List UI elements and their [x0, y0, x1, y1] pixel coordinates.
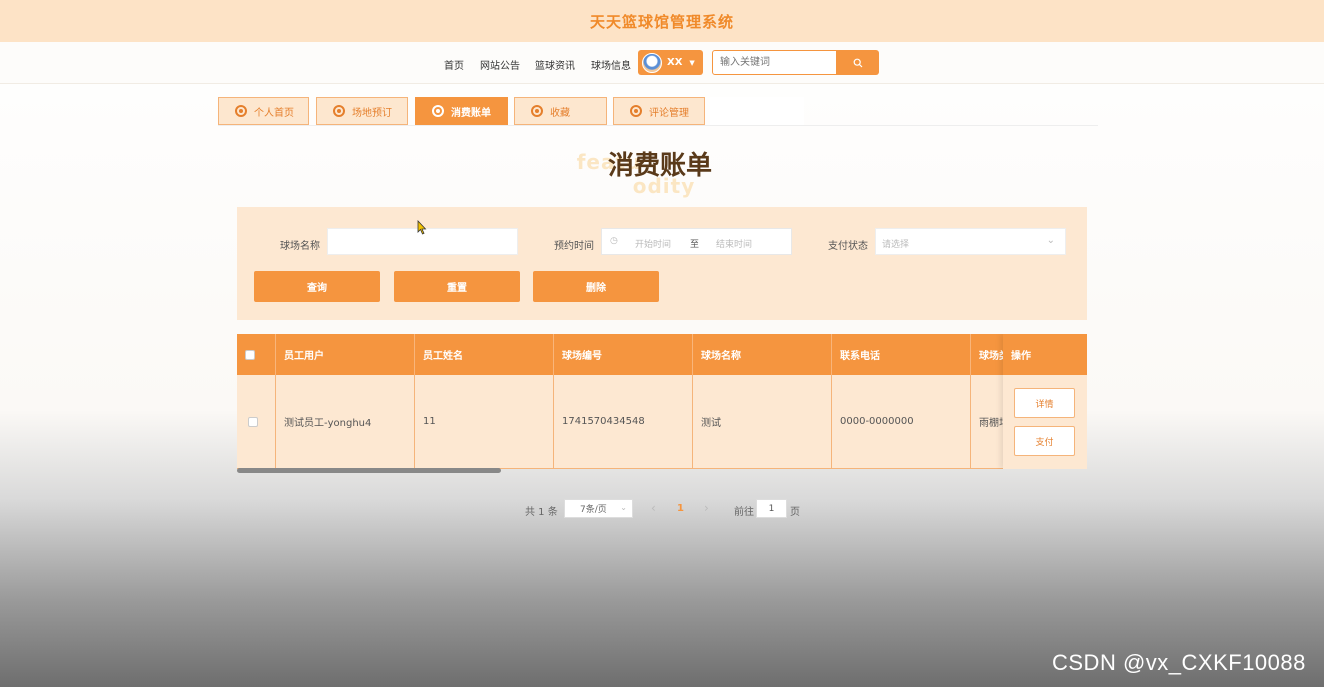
chevron-down-icon: ⌄	[1046, 235, 1055, 246]
page-size-value: 7条/页	[580, 505, 607, 515]
column-header-venue-name[interactable]: 球场名称	[693, 334, 832, 375]
table-header: 员工用户 员工姓名 球场编号 球场名称 联系电话 球场类	[237, 334, 1087, 375]
page-title: 消费账单	[607, 151, 712, 181]
tab-comment-management[interactable]: 评论管理	[613, 97, 705, 125]
nav-link-home[interactable]: 首页	[444, 57, 464, 72]
user-name: XX	[667, 57, 683, 68]
site-title: 天天篮球馆管理系统	[589, 12, 734, 31]
tab-label: 评论管理	[649, 107, 689, 119]
booking-date-range-picker[interactable]: ◷ 开始时间 至 结束时间	[601, 228, 792, 255]
nav-link-announcements[interactable]: 网站公告	[480, 57, 520, 72]
cell-venue-name: 测试	[693, 375, 832, 468]
row-checkbox[interactable]	[248, 416, 258, 427]
column-header-operations: 操作	[1003, 334, 1087, 375]
tab-venue-booking[interactable]: 场地预订	[316, 97, 408, 125]
cell-phone: 0000-0000000	[832, 375, 971, 468]
avatar	[642, 52, 662, 73]
mouse-cursor-icon	[417, 220, 427, 235]
tab-radio-icon	[333, 105, 345, 117]
column-header-staff-name[interactable]: 员工姓名	[415, 334, 554, 375]
column-header-staff-user[interactable]: 员工用户	[276, 334, 415, 375]
tab-profile-home[interactable]: 个人首页	[218, 97, 309, 125]
pay-status-select[interactable]: 请选择 ⌄	[875, 228, 1066, 255]
prev-page-icon[interactable]: ‹	[651, 501, 656, 520]
operations-column: 操作 详情 支付	[1003, 334, 1087, 469]
cell-staff-user: 测试员工-yonghu4	[276, 375, 415, 468]
billing-table: 员工用户 员工姓名 球场编号 球场名称 联系电话 球场类 测试员工-yonghu…	[237, 334, 1087, 469]
clock-icon: ◷	[610, 236, 618, 246]
column-header-phone[interactable]: 联系电话	[832, 334, 971, 375]
top-banner: 天天篮球馆管理系统	[0, 0, 1324, 42]
nav-link-court-info[interactable]: 球场信息	[591, 57, 631, 72]
start-time-placeholder: 开始时间	[635, 240, 672, 250]
search-input[interactable]	[712, 50, 837, 75]
tabs-divider	[218, 125, 1098, 126]
page-size-select[interactable]: 7条/页 ⌄	[564, 499, 633, 518]
select-all-checkbox[interactable]	[245, 349, 255, 360]
goto-page-input[interactable]: 1	[756, 499, 787, 518]
tab-radio-icon	[531, 105, 543, 117]
tab-radio-icon	[235, 105, 247, 117]
tab-billing[interactable]: 消费账单	[415, 97, 508, 125]
tab-radio-icon	[432, 105, 444, 117]
watermark: CSDN @vx_CXKF10088	[1052, 650, 1306, 675]
user-menu-button[interactable]: XX ▼	[638, 50, 703, 75]
filter-panel	[237, 207, 1087, 320]
end-time-placeholder: 结束时间	[716, 240, 753, 250]
venue-name-label: 球场名称	[280, 241, 320, 252]
table-horizontal-scrollbar[interactable]	[237, 468, 501, 473]
pay-status-label: 支付状态	[828, 241, 868, 252]
current-page[interactable]: 1	[677, 503, 684, 522]
chevron-down-icon: ⌄	[620, 503, 627, 512]
tab-radio-icon	[630, 105, 642, 117]
reset-button[interactable]: 重置	[394, 271, 520, 302]
tab-label: 消费账单	[451, 107, 491, 119]
query-button[interactable]: 查询	[254, 271, 380, 302]
pay-button[interactable]: 支付	[1014, 426, 1075, 456]
table-row: 测试员工-yonghu4 11 1741570434548 测试 0000-00…	[237, 375, 1087, 469]
column-header-venue-no[interactable]: 球场编号	[554, 334, 693, 375]
caret-down-icon: ▼	[689, 58, 695, 67]
tab-label: 场地预订	[352, 107, 392, 119]
tab-label: 收藏	[550, 107, 570, 119]
select-all-cell	[237, 334, 276, 375]
pagination-total: 共 1 条	[525, 507, 558, 518]
cell-venue-no: 1741570434548	[554, 375, 693, 468]
tab-favorites[interactable]: 收藏	[514, 97, 607, 125]
cell-staff-name: 11	[415, 375, 554, 468]
search-button[interactable]	[837, 50, 879, 75]
row-select-cell	[237, 375, 276, 468]
nav-link-basketball-news[interactable]: 篮球资讯	[535, 57, 575, 72]
tab-placeholder	[710, 97, 804, 125]
pay-status-placeholder: 请选择	[882, 240, 910, 250]
delete-button[interactable]: 删除	[533, 271, 659, 302]
details-button[interactable]: 详情	[1014, 388, 1075, 418]
goto-label: 前往	[734, 507, 754, 518]
booking-time-label: 预约时间	[554, 241, 594, 252]
next-page-icon[interactable]: ›	[704, 501, 709, 520]
page-unit-label: 页	[790, 507, 800, 518]
range-separator: 至	[690, 240, 700, 250]
tab-label: 个人首页	[254, 107, 294, 119]
search-icon	[853, 58, 863, 67]
